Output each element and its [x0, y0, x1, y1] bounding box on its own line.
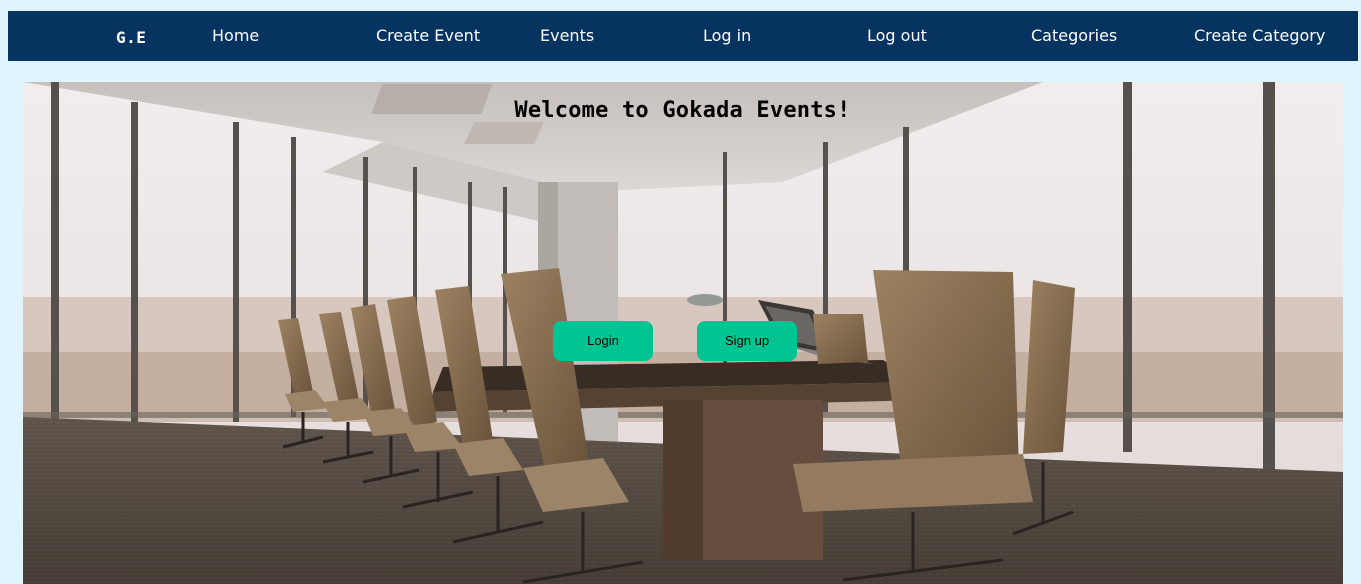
hero-banner	[23, 82, 1343, 584]
login-button[interactable]: Login	[553, 321, 653, 361]
nav-categories-link[interactable]: Categories	[1031, 11, 1117, 61]
nav-events-link[interactable]: Events	[540, 11, 594, 61]
nav-login-link[interactable]: Log in	[703, 11, 751, 61]
top-navbar: G.E Home Create Event Events Log in Log …	[8, 11, 1358, 61]
nav-create-event-link[interactable]: Create Event	[376, 11, 480, 61]
signup-button[interactable]: Sign up	[697, 321, 797, 361]
conference-room-image	[23, 82, 1343, 584]
nav-home-link[interactable]: Home	[212, 11, 259, 61]
brand-logo[interactable]: G.E	[116, 11, 146, 61]
nav-logout-link[interactable]: Log out	[867, 11, 927, 61]
hero-title: Welcome to Gokada Events!	[514, 98, 851, 123]
nav-create-category-link[interactable]: Create Category	[1194, 11, 1325, 61]
